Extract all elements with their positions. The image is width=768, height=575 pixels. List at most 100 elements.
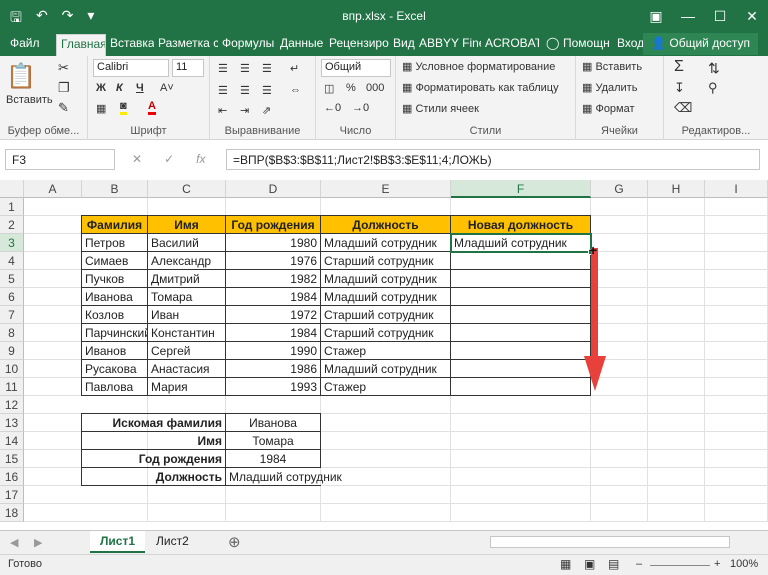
table-cell[interactable] — [451, 270, 591, 288]
table-cell[interactable]: Анастасия — [148, 360, 226, 378]
font-name-select[interactable]: Calibri — [93, 59, 169, 77]
table-cell[interactable] — [451, 288, 591, 306]
table-cell[interactable]: Александр — [148, 252, 226, 270]
conditional-format-button[interactable]: ▦ Условное форматирование — [402, 60, 555, 73]
orientation-icon[interactable]: ⇗ — [262, 104, 271, 117]
row-header-14[interactable]: 14 — [0, 432, 24, 450]
table-cell[interactable]: Дмитрий — [148, 270, 226, 288]
lookup-value[interactable]: Младший сотрудник — [226, 468, 451, 486]
align-right-icon[interactable]: ☰ — [262, 84, 272, 97]
table-cell[interactable]: 1990 — [226, 342, 321, 360]
column-header-b[interactable]: B — [82, 180, 148, 198]
row-header-7[interactable]: 7 — [0, 306, 24, 324]
merge-icon[interactable]: ⇔ — [290, 84, 301, 96]
table-cell[interactable]: 1972 — [226, 306, 321, 324]
zoom-slider[interactable] — [650, 565, 710, 566]
table-cell[interactable]: Петров — [82, 234, 148, 252]
tab-acrobat[interactable]: ACROBAT — [485, 36, 539, 50]
table-cell[interactable]: Сергей — [148, 342, 226, 360]
table-cell[interactable] — [451, 324, 591, 342]
column-header-a[interactable]: A — [24, 180, 82, 198]
table-cell[interactable]: Младший сотрудник — [321, 234, 451, 252]
percent-icon[interactable]: % — [346, 82, 356, 94]
table-cell[interactable]: 1980 — [226, 234, 321, 252]
table-cell[interactable]: 1982 — [226, 270, 321, 288]
align-top-icon[interactable]: ☰ — [218, 62, 228, 75]
lookup-value[interactable]: Томара — [226, 432, 321, 450]
table-cell[interactable]: 1984 — [226, 288, 321, 306]
align-center-icon[interactable]: ☰ — [240, 84, 250, 97]
table-cell[interactable]: Симаев — [82, 252, 148, 270]
increase-indent-icon[interactable]: ⇥ — [240, 104, 249, 117]
table-cell[interactable]: Стажер — [321, 342, 451, 360]
font-color-icon[interactable]: A — [148, 100, 156, 115]
table-cell[interactable]: Иванов — [82, 342, 148, 360]
autosum-icon[interactable]: Σ — [674, 58, 684, 76]
table-cell[interactable]: 1993 — [226, 378, 321, 396]
increase-decimal-icon[interactable]: ←0 — [324, 102, 341, 114]
table-cell[interactable]: Старший сотрудник — [321, 306, 451, 324]
decrease-indent-icon[interactable]: ⇤ — [218, 104, 227, 117]
minimize-icon[interactable]: — — [672, 0, 704, 32]
tab-home[interactable]: Главная — [56, 34, 106, 56]
table-cell[interactable] — [451, 306, 591, 324]
ribbon-display-icon[interactable]: ▣ — [640, 0, 672, 32]
number-format-select[interactable]: Общий — [321, 59, 391, 77]
close-icon[interactable]: ✕ — [736, 0, 768, 32]
enter-icon[interactable]: ✓ — [164, 152, 174, 166]
select-all-corner[interactable] — [0, 180, 24, 198]
paste-icon[interactable]: 📋 — [6, 62, 36, 91]
row-header-10[interactable]: 10 — [0, 360, 24, 378]
format-painter-icon[interactable]: ✎ — [58, 100, 69, 116]
decrease-decimal-icon[interactable]: →0 — [352, 102, 369, 114]
row-header-12[interactable]: 12 — [0, 396, 24, 414]
row-header-18[interactable]: 18 — [0, 504, 24, 522]
insert-cells-button[interactable]: ▦ Вставить — [582, 60, 642, 73]
italic-button[interactable]: К — [116, 82, 123, 94]
page-break-view-icon[interactable]: ▤ — [608, 557, 619, 571]
table-cell[interactable]: Томара — [148, 288, 226, 306]
formula-input[interactable]: =ВПР($B$3:$B$11;Лист2!$B$3:$E$11;4;ЛОЖЬ) — [226, 149, 760, 170]
table-cell[interactable]: Старший сотрудник — [321, 252, 451, 270]
cut-icon[interactable]: ✂ — [58, 60, 69, 76]
table-cell[interactable]: 1984 — [226, 324, 321, 342]
table-cell[interactable]: Мария — [148, 378, 226, 396]
tab-help[interactable]: Помощн — [563, 36, 613, 50]
selected-cell[interactable] — [450, 233, 592, 253]
name-box[interactable]: F3 — [5, 149, 115, 170]
row-header-13[interactable]: 13 — [0, 414, 24, 432]
scroll-sheets-right-icon[interactable]: ▶ — [34, 536, 42, 549]
zoom-level[interactable]: 100% — [730, 558, 758, 570]
sheet-tab-2[interactable]: Лист2 — [146, 531, 199, 553]
fill-icon[interactable]: ↧ — [674, 80, 685, 96]
table-cell[interactable]: 1976 — [226, 252, 321, 270]
table-cell[interactable]: Иван — [148, 306, 226, 324]
cancel-icon[interactable]: ✕ — [132, 152, 142, 166]
table-cell[interactable]: Младший сотрудник — [321, 360, 451, 378]
copy-icon[interactable]: ❐ — [58, 80, 70, 96]
tab-view[interactable]: Вид — [393, 36, 415, 50]
table-cell[interactable]: Младший сотрудник — [321, 288, 451, 306]
row-header-9[interactable]: 9 — [0, 342, 24, 360]
tab-abbyy[interactable]: ABBYY Finel — [419, 36, 481, 50]
table-cell[interactable] — [451, 252, 591, 270]
column-header-i[interactable]: I — [705, 180, 768, 198]
paste-button[interactable]: Вставить — [6, 94, 53, 106]
column-header-g[interactable]: G — [591, 180, 648, 198]
table-cell[interactable]: Парчинский — [82, 324, 148, 342]
comma-style-icon[interactable]: 000 — [366, 82, 384, 94]
table-cell[interactable] — [451, 378, 591, 396]
tab-review[interactable]: Рецензиров — [329, 36, 389, 50]
table-cell[interactable]: 1986 — [226, 360, 321, 378]
horizontal-scrollbar[interactable] — [490, 536, 730, 548]
table-cell[interactable]: Старший сотрудник — [321, 324, 451, 342]
wrap-text-icon[interactable]: ↵ — [290, 62, 299, 75]
align-left-icon[interactable]: ☰ — [218, 84, 228, 97]
clear-icon[interactable]: ⌫ — [674, 100, 692, 116]
column-header-d[interactable]: D — [226, 180, 321, 198]
tab-file[interactable]: Файл — [10, 36, 50, 50]
table-cell[interactable]: Константин — [148, 324, 226, 342]
column-header-f[interactable]: F — [451, 180, 591, 198]
row-header-4[interactable]: 4 — [0, 252, 24, 270]
table-cell[interactable]: Пучков — [82, 270, 148, 288]
